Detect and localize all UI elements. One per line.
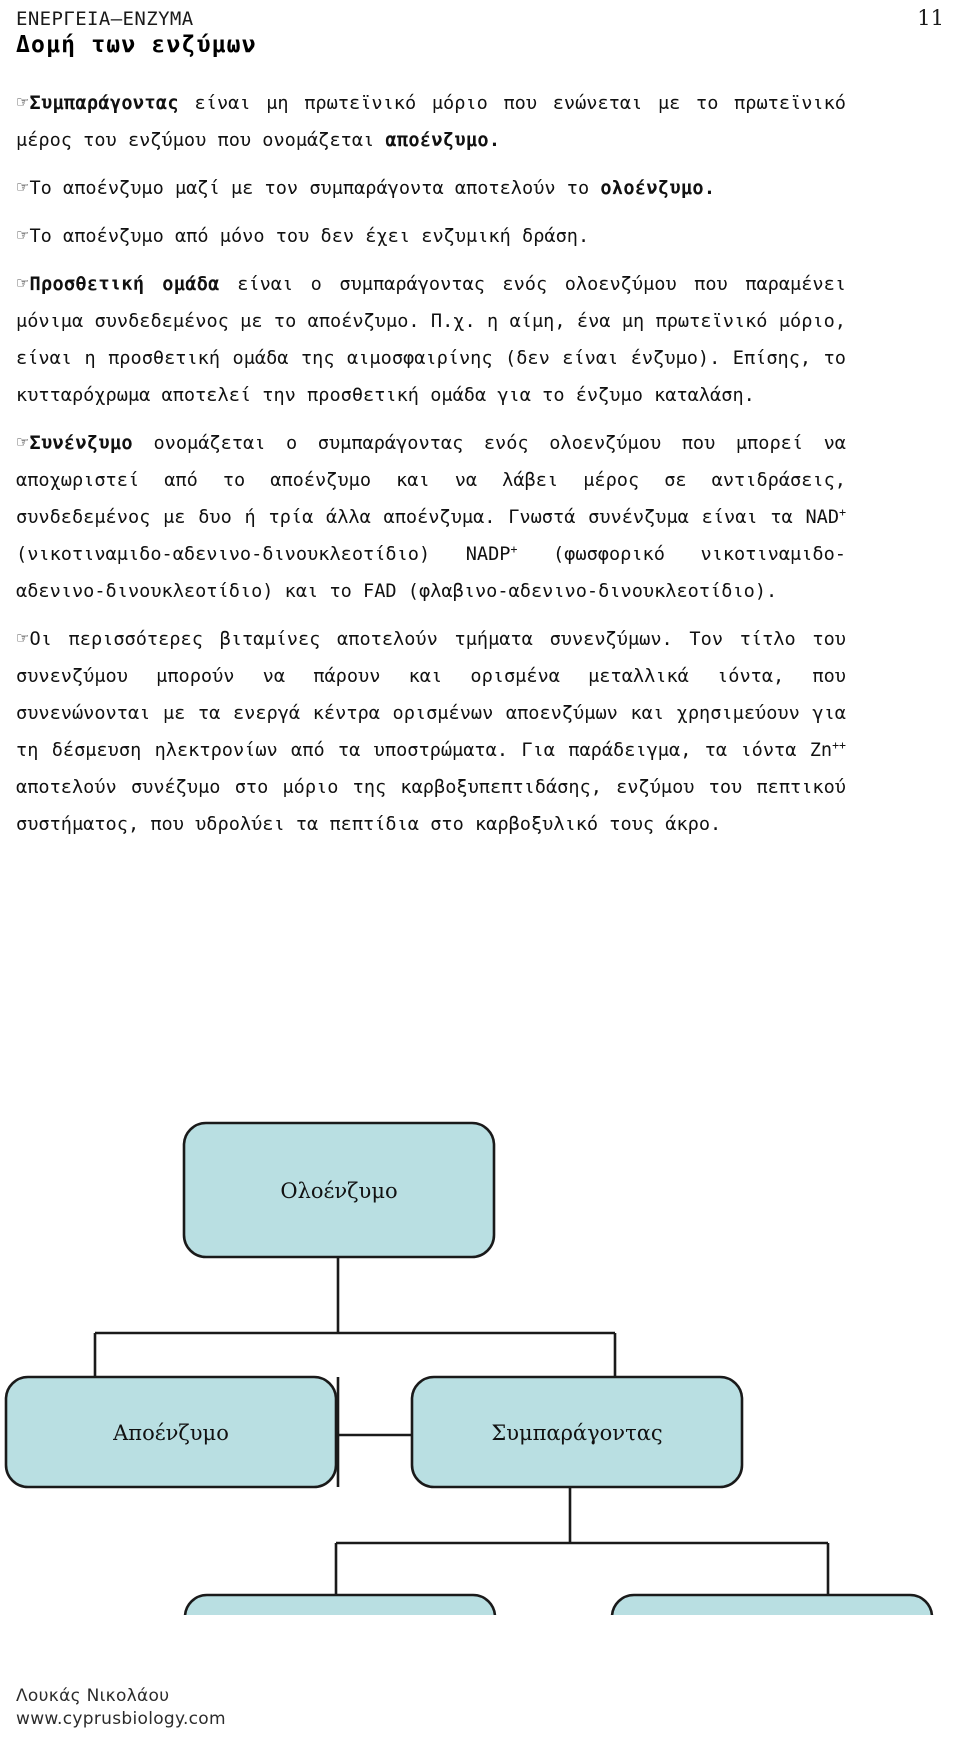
paragraph-cofactor: ☞Συμπαράγοντας είναι μη πρωτεϊνικό μόριο… xyxy=(16,84,846,159)
running-header: ΕΝΕΡΓΕΙΑ–ΕΝΖΥΜΑ 11 xyxy=(16,6,944,30)
diagram-box-holoenzyme: Ολοένζυμο xyxy=(182,1121,496,1259)
paragraph-holoenzyme: ☞Το αποένζυμο μαζί με τον συμπαράγοντα α… xyxy=(16,169,846,207)
term-oloenzymo: ολοένζυμο. xyxy=(600,178,716,199)
paragraph-prosthetic-group: ☞Προσθετική ομάδα είναι ο συμπαράγοντας … xyxy=(16,265,846,414)
diagram-label-apoenzyme: Αποένζυμο xyxy=(112,1421,229,1445)
diagram-label-prosthetic-group-line-1: Προσθετική Ομάδα xyxy=(245,1613,436,1615)
section-heading: Δομή των ενζύμων xyxy=(16,32,257,58)
pointing-hand-icon: ☞ xyxy=(16,274,30,292)
superscript-nad-plus: + xyxy=(839,504,846,519)
footer-website: www.cyprusbiology.com xyxy=(16,1709,226,1729)
running-title: ΕΝΕΡΓΕΙΑ–ΕΝΖΥΜΑ xyxy=(16,8,194,30)
diagram-label-holoenzyme: Ολοένζυμο xyxy=(280,1179,397,1203)
paragraph-vitamins: ☞Οι περισσότερες βιταμίνες αποτελούν τμή… xyxy=(16,620,846,843)
pointing-hand-icon: ☞ xyxy=(16,629,30,647)
superscript-zinc-charge: ++ xyxy=(832,737,846,752)
page-footer: Λουκάς Νικολάου www.cyprusbiology.com xyxy=(16,1685,226,1731)
diagram-box-cofactor: Συμπαράγοντας xyxy=(410,1375,744,1489)
term-apoenzymo: αποένζυμο. xyxy=(385,130,501,151)
diagram-box-prosthetic-group: Προσθετική Ομάδα μόνιμα συνδεδεμένη με τ… xyxy=(183,1593,497,1615)
pointing-hand-icon: ☞ xyxy=(16,433,30,451)
term-prosthetiki-omada: Προσθετική ομάδα xyxy=(29,274,220,295)
paragraph-holoenzyme-text: Το αποένζυμο μαζί με τον συμπαράγοντα απ… xyxy=(29,178,601,199)
pointing-hand-icon: ☞ xyxy=(16,93,30,111)
document-page: ΕΝΕΡΓΕΙΑ–ΕΝΖΥΜΑ 11 Δομή των ενζύμων ☞Συμ… xyxy=(0,0,960,1741)
page-number: 11 xyxy=(917,6,944,30)
diagram-box-apoenzyme: Αποένζυμο xyxy=(4,1375,338,1489)
diagram-label-cofactor: Συμπαράγοντας xyxy=(491,1421,662,1445)
paragraph-vitamins-text-1: Οι περισσότερες βιταμίνες αποτελούν τμήμ… xyxy=(16,629,846,761)
paragraph-coenzyme-text-1: ονομάζεται ο συμπαράγοντας ενός ολοενζύμ… xyxy=(16,433,846,528)
paragraph-coenzyme: ☞Συνένζυμο ονομάζεται ο συμπαράγοντας εν… xyxy=(16,424,846,610)
connector-cofactor-to-children xyxy=(334,1487,830,1595)
diagram-label-coenzyme-line-1: Συνένζυμο xyxy=(719,1613,825,1615)
term-synenzymo: Συνένζυμο xyxy=(29,433,133,454)
paragraph-coenzyme-text-2: (νικοτιναμιδο-αδενινο-δινουκλεοτίδιο) NA… xyxy=(16,544,511,565)
paragraph-vitamins-text-2: αποτελούν συνέζυμο στο μόριο της καρβοξυ… xyxy=(16,777,846,835)
footer-author: Λουκάς Νικολάου xyxy=(16,1686,170,1706)
connector-apoenzyme-to-cofactor xyxy=(336,1377,412,1487)
term-symparagontas: Συμπαράγοντας xyxy=(29,93,179,114)
pointing-hand-icon: ☞ xyxy=(16,226,30,244)
paragraph-apoenzyme-alone: ☞Το αποένζυμο από μόνο του δεν έχει ενζυ… xyxy=(16,217,846,255)
pointing-hand-icon: ☞ xyxy=(16,178,30,196)
diagram-box-coenzyme: Συνένζυμο Μπορεί να αποδεσμευτεί από το … xyxy=(610,1593,934,1615)
connector-holoenzyme-to-children xyxy=(93,1255,617,1377)
enzyme-structure-diagram: Ολοένζυμο Αποένζυμο Συμπαράγοντας Προσθε… xyxy=(0,1055,960,1615)
body-text: ☞Συμπαράγοντας είναι μη πρωτεϊνικό μόριο… xyxy=(16,84,846,853)
paragraph-apoenzyme-alone-text: Το αποένζυμο από μόνο του δεν έχει ενζυμ… xyxy=(29,226,590,247)
